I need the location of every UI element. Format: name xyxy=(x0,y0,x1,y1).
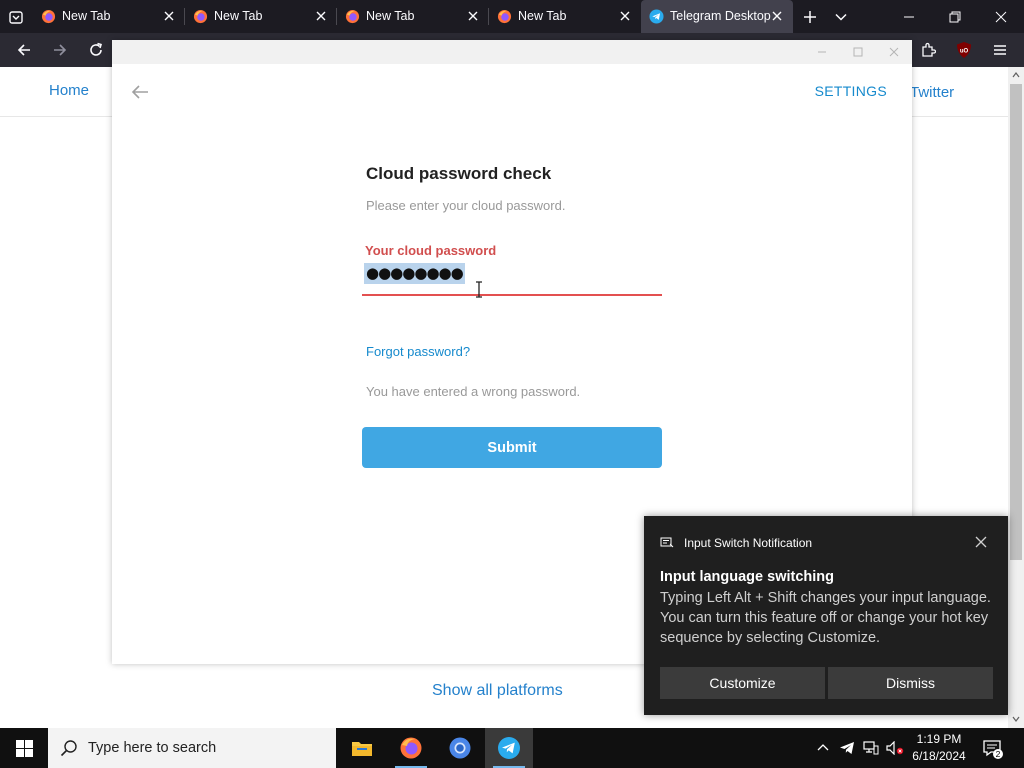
browser-tab[interactable]: New Tab xyxy=(337,0,489,33)
toast-app-name: Input Switch Notification xyxy=(684,536,813,550)
toast-body: Typing Left Alt + Shift changes your inp… xyxy=(660,590,991,646)
settings-link[interactable]: SETTINGS xyxy=(815,83,887,99)
notification-center-icon[interactable]: 2 xyxy=(982,738,1004,760)
firefox-icon xyxy=(41,9,56,24)
close-tab-icon[interactable] xyxy=(467,10,479,22)
chromium-taskbar-icon[interactable] xyxy=(436,728,484,768)
close-tab-icon[interactable] xyxy=(315,10,327,22)
show-hidden-icons-icon[interactable] xyxy=(813,738,833,758)
firefox-taskbar-icon[interactable] xyxy=(387,728,435,768)
password-input-underline xyxy=(362,294,662,296)
forgot-password-link[interactable]: Forgot password? xyxy=(366,344,470,359)
close-tab-icon[interactable] xyxy=(771,10,783,22)
telegram-close-icon[interactable] xyxy=(879,43,909,61)
menu-hamburger-icon[interactable] xyxy=(986,37,1014,63)
telegram-titlebar[interactable] xyxy=(112,40,912,64)
toast-title: Input language switching xyxy=(660,569,834,585)
taskbar-search-box[interactable]: Type here to search xyxy=(48,728,336,768)
forward-icon[interactable] xyxy=(46,37,74,63)
nav-twitter-link[interactable]: Twitter xyxy=(910,84,954,101)
volume-muted-icon[interactable] xyxy=(885,738,905,758)
telegram-icon xyxy=(649,9,664,24)
close-icon[interactable] xyxy=(974,535,988,549)
firefox-icon xyxy=(193,9,208,24)
input-switch-toast: Input Switch Notification Input language… xyxy=(644,516,1008,715)
page-description: Please enter your cloud password. xyxy=(366,198,566,213)
firefox-icon xyxy=(345,9,360,24)
scrollbar-thumb[interactable] xyxy=(1010,84,1022,560)
chevron-down-icon[interactable] xyxy=(829,6,853,28)
tab-title: Telegram Desktop xyxy=(670,9,771,23)
close-tab-icon[interactable] xyxy=(163,10,175,22)
text-cursor-icon xyxy=(476,281,482,298)
error-message: You have entered a wrong password. xyxy=(366,384,581,399)
password-field-label: Your cloud password xyxy=(365,243,497,258)
search-placeholder: Type here to search xyxy=(88,740,217,756)
keyboard-language-icon xyxy=(660,537,674,548)
password-input[interactable]: ●●●●●●●● xyxy=(364,263,465,284)
nav-home-link[interactable]: Home xyxy=(49,82,89,99)
firefox-icon xyxy=(497,9,512,24)
dismiss-button[interactable]: Dismiss xyxy=(828,667,993,699)
list-all-tabs-icon[interactable] xyxy=(4,6,28,28)
page-title: Cloud password check xyxy=(366,164,552,183)
file-explorer-icon[interactable] xyxy=(338,728,386,768)
windows-start-icon[interactable] xyxy=(0,728,48,768)
browser-tab-active[interactable]: Telegram Desktop xyxy=(641,0,793,33)
taskbar-clock[interactable]: 1:19 PM 6/18/2024 xyxy=(904,731,974,765)
new-tab-icon[interactable] xyxy=(798,6,822,28)
telegram-minimize-icon[interactable] xyxy=(807,43,837,61)
windows-taskbar: Type here to search 1:19 PM 6/18/2024 2 xyxy=(0,728,1024,768)
clock-date: 6/18/2024 xyxy=(912,749,966,763)
show-all-platforms-link[interactable]: Show all platforms xyxy=(432,682,563,700)
telegram-maximize-icon[interactable] xyxy=(843,43,873,61)
browser-tab[interactable]: New Tab xyxy=(489,0,641,33)
tab-title: New Tab xyxy=(518,9,567,23)
tab-title: New Tab xyxy=(366,9,415,23)
notification-count: 2 xyxy=(996,749,1001,759)
close-tab-icon[interactable] xyxy=(619,10,631,22)
restore-window-icon[interactable] xyxy=(932,0,978,33)
telegram-taskbar-icon[interactable] xyxy=(485,728,533,768)
browser-tab[interactable]: New Tab xyxy=(185,0,337,33)
minimize-window-icon[interactable] xyxy=(886,0,932,33)
clock-time: 1:19 PM xyxy=(916,732,962,746)
browser-tab-strip: New Tab New Tab New Tab New Tab Telegram… xyxy=(0,0,1024,33)
svg-text:uO: uO xyxy=(960,49,969,55)
search-icon xyxy=(60,740,77,757)
browser-tab[interactable]: New Tab xyxy=(33,0,185,33)
tab-title: New Tab xyxy=(214,9,263,23)
extensions-icon[interactable] xyxy=(914,37,942,63)
back-icon[interactable] xyxy=(10,37,38,63)
submit-button[interactable]: Submit xyxy=(362,427,662,468)
ublock-origin-icon[interactable]: uO xyxy=(950,37,978,63)
scroll-up-icon[interactable] xyxy=(1012,71,1020,79)
scroll-down-icon[interactable] xyxy=(1012,715,1020,723)
tab-title: New Tab xyxy=(62,9,111,23)
telegram-tray-icon[interactable] xyxy=(837,738,857,758)
back-arrow-icon[interactable] xyxy=(128,80,152,104)
network-icon[interactable] xyxy=(861,738,881,758)
customize-button[interactable]: Customize xyxy=(660,667,825,699)
close-window-icon[interactable] xyxy=(978,0,1024,33)
reload-icon[interactable] xyxy=(82,37,110,63)
